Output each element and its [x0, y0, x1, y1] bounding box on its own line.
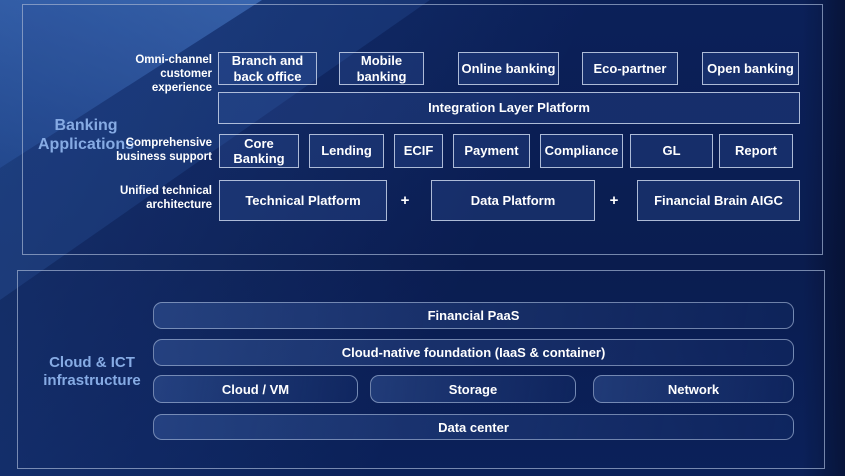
business-box-report: Report [719, 134, 793, 168]
channel-box-mobile-banking: Mobile banking [339, 52, 424, 85]
integration-layer-platform-box: Integration Layer Platform [218, 92, 800, 124]
architecture-diagram: Banking Applications Omni-channel custom… [0, 0, 845, 476]
business-box-core-banking: Core Banking [219, 134, 299, 168]
cloud-ict-title: Cloud & ICT infrastructure [30, 354, 154, 389]
business-support-row-label: Comprehensive business support [100, 136, 212, 164]
technical-architecture-row-label: Unified technical architecture [100, 184, 212, 212]
plus-sign: + [603, 192, 625, 209]
business-box-lending: Lending [309, 134, 384, 168]
platform-box-data: Data Platform [431, 180, 595, 221]
business-box-compliance: Compliance [540, 134, 623, 168]
omni-channel-row-label: Omni-channel customer experience [100, 53, 212, 95]
channel-box-open-banking: Open banking [702, 52, 799, 85]
platform-box-financial-brain-aigc: Financial Brain AIGC [637, 180, 800, 221]
platform-box-technical: Technical Platform [219, 180, 387, 221]
channel-box-online-banking: Online banking [458, 52, 559, 85]
cloud-vm-box: Cloud / VM [153, 375, 358, 403]
plus-sign: + [394, 192, 416, 209]
channel-box-branch-back-office: Branch and back office [218, 52, 317, 85]
channel-box-eco-partner: Eco-partner [582, 52, 678, 85]
business-box-payment: Payment [453, 134, 530, 168]
business-box-ecif: ECIF [394, 134, 443, 168]
cloud-native-foundation-box: Cloud-native foundation (IaaS & containe… [153, 339, 794, 366]
financial-paas-box: Financial PaaS [153, 302, 794, 329]
business-box-gl: GL [630, 134, 713, 168]
storage-box: Storage [370, 375, 576, 403]
network-box: Network [593, 375, 794, 403]
data-center-box: Data center [153, 414, 794, 440]
